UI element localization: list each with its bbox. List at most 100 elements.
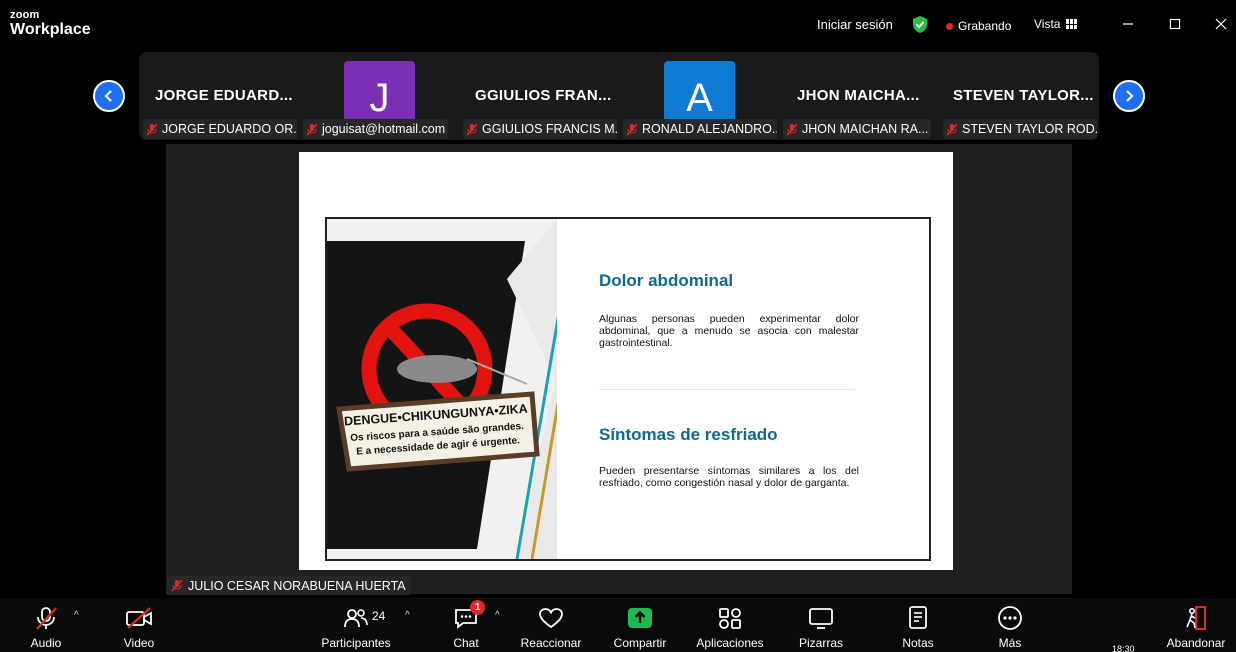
slide-frame: DENGUE•CHIKUNGUNYA•ZIKA Os riscos para a… (325, 217, 931, 561)
more-button[interactable]: Más (970, 604, 1050, 650)
participant-display-name: GGIULIOS FRAN... (475, 87, 612, 104)
maximize-icon (1169, 18, 1181, 30)
signin-link[interactable]: Iniciar sesión (817, 17, 893, 32)
video-label: Video (123, 636, 155, 650)
close-icon (1215, 18, 1227, 30)
notes-button[interactable]: Notas (878, 604, 958, 650)
zoom-window: zoom Workplace Iniciar sesión Grabando V… (0, 0, 1236, 652)
share-screen-icon (628, 608, 652, 628)
chat-label: Chat (453, 636, 479, 650)
participant-label: STEVEN TAYLOR ROD... (943, 119, 1097, 139)
taskbar-clock: 18:30 (1112, 644, 1135, 652)
encryption-shield-icon[interactable] (911, 15, 929, 34)
chat-button[interactable]: 1 Chat (426, 600, 506, 650)
participant-label: RONALD ALEJANDRO... (623, 119, 777, 139)
participants-count: 24 (372, 609, 386, 623)
slide-paragraph-1: Algunas personas pueden experimentar dol… (599, 313, 859, 349)
title-bar: zoom Workplace Iniciar sesión Grabando V… (0, 0, 1236, 48)
recording-dot-icon (946, 22, 953, 30)
apps-button[interactable]: Aplicaciones (690, 604, 770, 650)
chevron-left-icon (104, 90, 112, 102)
avatar: A (664, 61, 735, 123)
muted-mic-icon (466, 122, 478, 136)
whiteboards-label: Pizarras (798, 636, 843, 650)
apps-icon (719, 608, 741, 629)
more-label: Más (998, 636, 1022, 650)
strip-next-button[interactable] (1113, 80, 1145, 112)
share-button[interactable]: Compartir (600, 604, 680, 650)
slide-paragraph-2: Pueden presentarse síntomas similares a … (599, 465, 859, 489)
muted-mic-icon (626, 122, 638, 136)
participant-label: joguisat@hotmail.com (303, 119, 449, 139)
view-label: Vista (1034, 17, 1061, 31)
muted-mic-icon (786, 122, 798, 136)
zoom-logo: zoom Workplace (10, 10, 91, 38)
muted-microphone-icon (36, 607, 57, 630)
active-speaker-name: JULIO CESAR NORABUENA HUERTA (188, 578, 406, 593)
participant-tile[interactable]: JHON MAICHA... JHON MAICHAN RA... (779, 52, 935, 140)
apps-label: Aplicaciones (696, 636, 764, 650)
muted-mic-icon (171, 579, 183, 592)
video-off-icon (126, 607, 152, 629)
meeting-toolbar: Audio ^ Video Participantes 24 ^ 1 Chat … (0, 598, 1236, 652)
heart-icon (539, 608, 563, 629)
more-icon (998, 606, 1022, 630)
view-button[interactable]: Vista (1034, 17, 1078, 31)
chevron-right-icon (1126, 90, 1134, 102)
participant-label: JORGE EDUARDO OR... (143, 119, 297, 139)
notes-label: Notas (902, 636, 934, 650)
participants-icon (344, 609, 368, 628)
participant-label-text: GGIULIOS FRANCIS M... (482, 122, 617, 136)
participant-tile[interactable]: A RONALD ALEJANDRO... (619, 52, 777, 140)
recording-indicator[interactable]: Grabando (946, 19, 1011, 33)
presentation-slide: DENGUE•CHIKUNGUNYA•ZIKA Os riscos para a… (299, 152, 953, 570)
mosquito-poster-image: DENGUE•CHIKUNGUNYA•ZIKA Os riscos para a… (327, 219, 557, 559)
active-speaker-label: JULIO CESAR NORABUENA HUERTA (167, 576, 410, 595)
participant-label-text: joguisat@hotmail.com (322, 122, 446, 136)
participant-label-text: JHON MAICHAN RA... (802, 122, 929, 136)
recording-label: Grabando (958, 19, 1012, 33)
participant-label: JHON MAICHAN RA... (783, 119, 932, 139)
whiteboard-icon (809, 608, 833, 629)
participant-tile[interactable]: JORGE EDUARD... JORGE EDUARDO OR... (139, 52, 297, 140)
minimize-icon (1123, 23, 1133, 25)
close-button[interactable] (1211, 14, 1231, 34)
muted-mic-icon (946, 122, 958, 136)
slide-heading-1: Dolor abdominal (599, 271, 734, 290)
participant-label: GGIULIOS FRANCIS M... (463, 119, 617, 139)
slide-divider (599, 389, 854, 390)
participant-label-text: JORGE EDUARDO OR... (162, 122, 297, 136)
participant-label-text: RONALD ALEJANDRO... (642, 122, 777, 136)
maximize-button[interactable] (1165, 14, 1185, 34)
minimize-button[interactable] (1118, 14, 1138, 34)
participants-options-caret-icon[interactable]: ^ (405, 610, 410, 621)
avatar: J (344, 61, 415, 123)
slide-heading-2: Síntomas de resfriado (599, 425, 778, 444)
react-button[interactable]: Reaccionar (511, 604, 591, 650)
grid-view-icon (1066, 19, 1078, 29)
participant-tile[interactable]: GGIULIOS FRAN... GGIULIOS FRANCIS M... (459, 52, 617, 140)
audio-label: Audio (30, 636, 62, 650)
chat-options-caret-icon[interactable]: ^ (495, 610, 500, 621)
logo-brand: zoom (10, 9, 40, 21)
react-label: Reaccionar (520, 636, 582, 650)
video-button[interactable]: Video (99, 604, 179, 650)
whiteboards-button[interactable]: Pizarras (781, 604, 861, 650)
participant-tile[interactable]: STEVEN TAYLOR... STEVEN TAYLOR ROD... (939, 52, 1097, 140)
participant-tile[interactable]: J joguisat@hotmail.com (299, 52, 455, 140)
muted-mic-icon (146, 122, 158, 136)
share-label: Compartir (613, 636, 667, 650)
notes-icon (909, 606, 927, 629)
participants-label: Participantes (321, 636, 391, 650)
participant-display-name: JORGE EDUARD... (155, 87, 293, 104)
participant-display-name: STEVEN TAYLOR... (953, 87, 1094, 104)
leave-button[interactable]: Abandonar (1156, 604, 1236, 650)
leave-door-icon (1186, 606, 1206, 630)
participant-label-text: STEVEN TAYLOR ROD... (962, 122, 1097, 136)
strip-prev-button[interactable] (93, 80, 125, 112)
audio-options-caret-icon[interactable]: ^ (74, 610, 79, 621)
logo-product: Workplace (10, 21, 91, 38)
chat-unread-badge: 1 (470, 600, 485, 615)
leave-label: Abandonar (1166, 636, 1226, 650)
muted-mic-icon (306, 122, 318, 136)
